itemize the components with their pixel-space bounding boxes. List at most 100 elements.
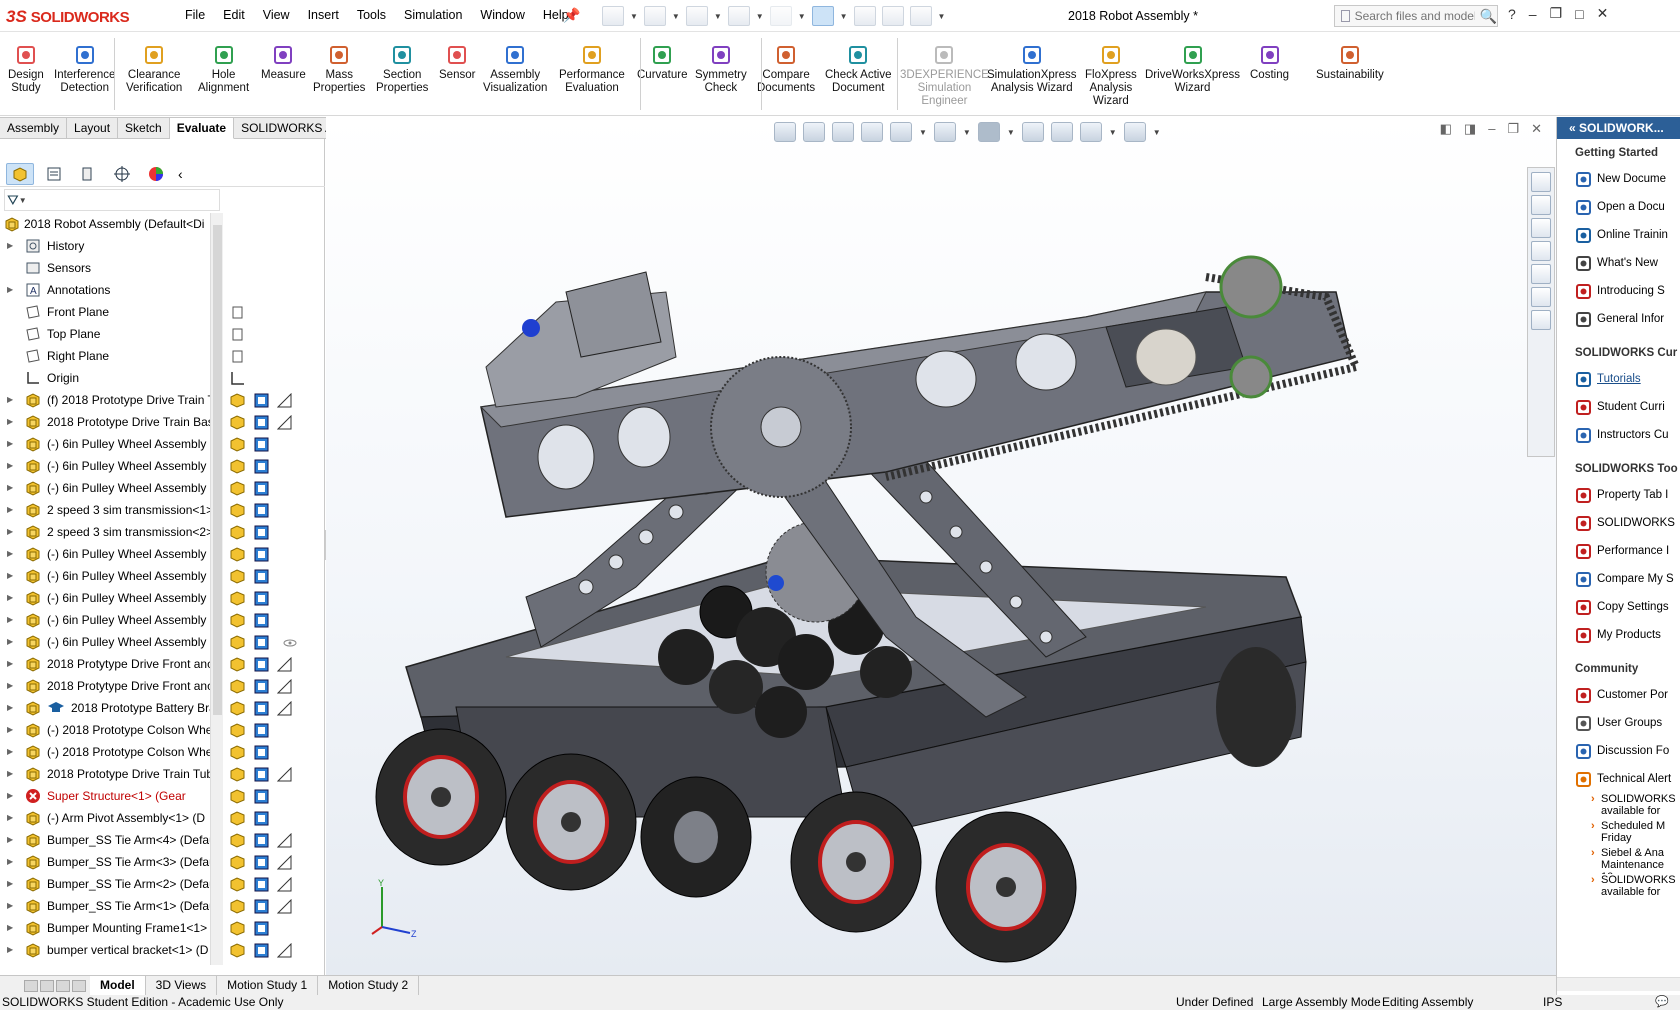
select-cursor-icon[interactable] bbox=[811, 6, 834, 26]
task-pane-link[interactable]: My Products bbox=[1557, 621, 1680, 649]
expand-arrow-icon[interactable]: ▶ bbox=[7, 499, 13, 521]
tree-item[interactable]: ▶ Bumper Mounting Frame1<1> bbox=[0, 917, 210, 939]
units-selector[interactable]: IPS bbox=[1543, 995, 1562, 1010]
tree-item[interactable]: Front Plane bbox=[0, 301, 210, 323]
display-state-icon[interactable] bbox=[254, 569, 269, 584]
display-state-icon[interactable] bbox=[254, 767, 269, 782]
tool-clearance-verification[interactable]: Clearance Verification bbox=[126, 44, 182, 95]
display-state-icon[interactable] bbox=[254, 503, 269, 518]
tool-curvature[interactable]: Curvature bbox=[637, 44, 688, 82]
task-pane-link[interactable]: Performance I bbox=[1557, 537, 1680, 565]
search-input[interactable] bbox=[1354, 9, 1475, 23]
tool-simulationxpress[interactable]: SimulationXpress Analysis Wizard bbox=[987, 44, 1076, 95]
plane-state-icon[interactable] bbox=[230, 305, 245, 320]
component-state-icon[interactable] bbox=[230, 701, 245, 716]
component-state-icon[interactable] bbox=[230, 855, 245, 870]
component-state-icon[interactable] bbox=[230, 503, 245, 518]
tree-item[interactable]: Sensors bbox=[0, 257, 210, 279]
task-pane-link[interactable]: SOLIDWORKS bbox=[1557, 509, 1680, 537]
display-state-icon[interactable] bbox=[254, 723, 269, 738]
display-state-icon[interactable] bbox=[254, 481, 269, 496]
search-box[interactable]: 🔍 bbox=[1334, 5, 1498, 27]
mates-state-icon[interactable] bbox=[276, 414, 292, 430]
expand-arrow-icon[interactable]: ▶ bbox=[7, 389, 13, 411]
tab-sketch[interactable]: Sketch bbox=[118, 117, 170, 139]
collapse-icon[interactable]: « bbox=[1569, 121, 1576, 135]
display-state-icon[interactable] bbox=[254, 943, 269, 958]
tree-item[interactable]: ▶ (-) 2018 Prototype Colson Whe bbox=[0, 741, 210, 763]
configuration-manager-tab-icon[interactable] bbox=[74, 163, 102, 185]
mates-state-icon[interactable] bbox=[276, 942, 292, 958]
component-state-icon[interactable] bbox=[230, 899, 245, 914]
menu-window[interactable]: Window bbox=[471, 8, 533, 22]
origin-state-icon[interactable] bbox=[230, 371, 245, 386]
display-state-icon[interactable] bbox=[254, 657, 269, 672]
display-state-icon[interactable] bbox=[254, 437, 269, 452]
file-properties-icon[interactable] bbox=[881, 6, 904, 26]
expand-arrow-icon[interactable]: ▶ bbox=[7, 411, 13, 433]
mates-state-icon[interactable] bbox=[276, 678, 292, 694]
task-pane-link[interactable]: Open a Docu bbox=[1557, 193, 1680, 221]
search-icon[interactable]: 🔍 bbox=[1480, 8, 1497, 25]
menu-view[interactable]: View bbox=[254, 8, 299, 22]
expand-arrow-icon[interactable]: ▶ bbox=[7, 895, 13, 917]
rebuild-icon[interactable] bbox=[853, 6, 876, 26]
component-state-icon[interactable] bbox=[230, 943, 245, 958]
bottom-tab-model[interactable]: Model bbox=[90, 976, 146, 995]
component-state-icon[interactable] bbox=[230, 723, 245, 738]
tree-item[interactable]: ▶ Bumper_SS Tie Arm<2> (Defau bbox=[0, 873, 210, 895]
plane-state-icon[interactable] bbox=[230, 327, 245, 342]
expand-arrow-icon[interactable]: ▶ bbox=[7, 565, 13, 587]
tree-item[interactable]: ▶ 2018 Prototype Battery Bra bbox=[0, 697, 210, 719]
component-state-icon[interactable] bbox=[230, 679, 245, 694]
tree-item[interactable]: ▶ (-) 6in Pulley Wheel Assembly bbox=[0, 543, 210, 565]
tool-hole-alignment[interactable]: Hole Alignment bbox=[198, 44, 249, 95]
tree-item[interactable]: ▶ Bumper_SS Tie Arm<4> (Defau bbox=[0, 829, 210, 851]
menu-edit[interactable]: Edit bbox=[214, 8, 254, 22]
display-state-icon[interactable] bbox=[254, 415, 269, 430]
display-state-icon[interactable] bbox=[254, 833, 269, 848]
expand-arrow-icon[interactable]: ▶ bbox=[7, 697, 13, 719]
scrollbar-thumb[interactable] bbox=[213, 225, 222, 715]
tab-layout[interactable]: Layout bbox=[67, 117, 119, 139]
display-state-icon[interactable] bbox=[254, 525, 269, 540]
tool-section-properties[interactable]: Section Properties bbox=[376, 44, 428, 95]
tree-item[interactable]: ▶ (-) 6in Pulley Wheel Assembly bbox=[0, 609, 210, 631]
component-state-icon[interactable] bbox=[230, 789, 245, 804]
tool-driveworksxpress[interactable]: DriveWorksXpress Wizard bbox=[1145, 44, 1240, 95]
component-state-icon[interactable] bbox=[230, 591, 245, 606]
news-item[interactable]: SOLIDWORKS available for bbox=[1557, 793, 1680, 820]
component-state-icon[interactable] bbox=[230, 393, 245, 408]
task-pane-link[interactable]: Student Curri bbox=[1557, 393, 1680, 421]
component-state-icon[interactable] bbox=[230, 613, 245, 628]
expand-arrow-icon[interactable]: ▶ bbox=[7, 917, 13, 939]
menu-simulation[interactable]: Simulation bbox=[395, 8, 471, 22]
expand-arrow-icon[interactable]: ▶ bbox=[7, 873, 13, 895]
display-state-icon[interactable] bbox=[254, 591, 269, 606]
tree-item[interactable]: Top Plane bbox=[0, 323, 210, 345]
expand-arrow-icon[interactable]: ▶ bbox=[7, 807, 13, 829]
display-state-icon[interactable] bbox=[254, 921, 269, 936]
tree-item[interactable]: ▶ 2018 Protytype Drive Front anc bbox=[0, 675, 210, 697]
expand-arrow-icon[interactable]: ▶ bbox=[7, 521, 13, 543]
tool-check-active-document[interactable]: Check Active Document bbox=[825, 44, 891, 95]
tree-root-assembly[interactable]: 2018 Robot Assembly (Default<Di bbox=[0, 213, 210, 235]
expand-arrow-icon[interactable]: ▶ bbox=[7, 763, 13, 785]
help-icon[interactable]: ? bbox=[1508, 6, 1516, 22]
bottom-tab-motion-study-1[interactable]: Motion Study 1 bbox=[217, 976, 319, 995]
expand-arrow-icon[interactable]: ▶ bbox=[7, 719, 13, 741]
tool-sensor[interactable]: Sensor bbox=[439, 44, 475, 82]
component-state-icon[interactable] bbox=[230, 437, 245, 452]
tool-design-study[interactable]: Design Study bbox=[8, 44, 44, 95]
tree-item[interactable]: ▶ Super Structure<1> (Gear bbox=[0, 785, 210, 807]
task-pane-link[interactable]: Compare My S bbox=[1557, 565, 1680, 593]
component-state-icon[interactable] bbox=[230, 657, 245, 672]
component-state-icon[interactable] bbox=[230, 877, 245, 892]
file-explorer-icon[interactable] bbox=[1531, 218, 1551, 238]
maximize-button[interactable]: □ bbox=[1575, 6, 1583, 22]
tree-item[interactable]: ▶ 2018 Protytype Drive Front anc bbox=[0, 653, 210, 675]
tab-scroll-buttons[interactable] bbox=[0, 976, 90, 996]
tree-item[interactable]: ▶ (-) 2018 Prototype Colson Whe bbox=[0, 719, 210, 741]
tree-item[interactable]: ▶ 2 speed 3 sim transmission<1> bbox=[0, 499, 210, 521]
tab-assembly[interactable]: Assembly bbox=[0, 117, 68, 139]
